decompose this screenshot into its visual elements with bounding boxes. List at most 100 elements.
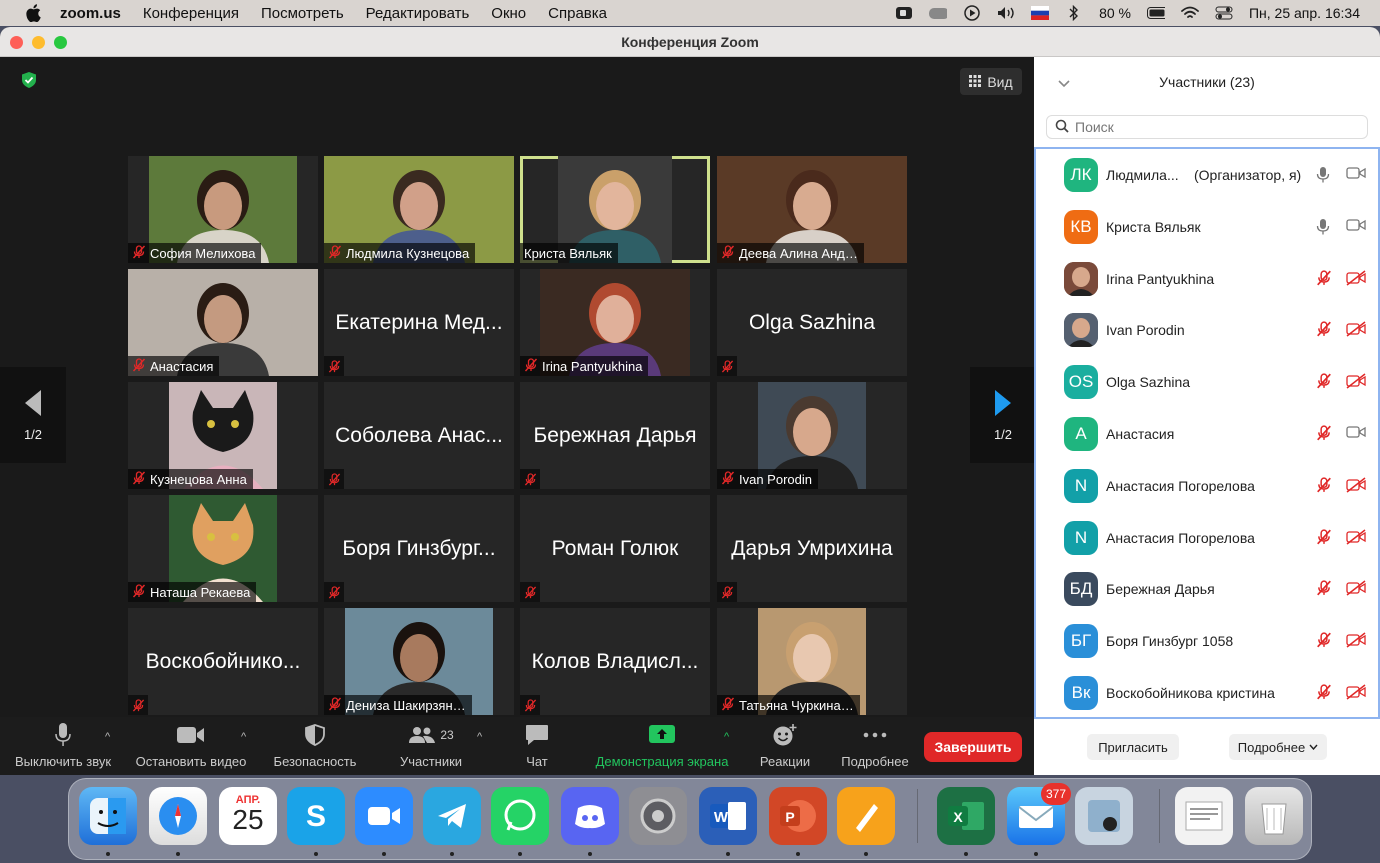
video-tile[interactable]: Анастасия [128,269,318,376]
video-tile[interactable]: Екатерина Мед... [324,269,514,376]
powerpoint-icon[interactable]: P [769,787,827,845]
muted-mic-icon[interactable] [1316,425,1334,443]
video-off-icon[interactable] [1346,321,1368,339]
next-page-button[interactable]: 1/2 [970,367,1036,463]
menu-window[interactable]: Окно [491,5,526,22]
video-tile[interactable]: Соболева Анас... [324,382,514,489]
battery-icon[interactable] [1146,5,1165,21]
system-preferences-icon[interactable] [629,787,687,845]
participant-row[interactable]: ЛК Людмила... (Организатор, я) [1036,149,1378,201]
muted-mic-icon[interactable] [1316,477,1334,495]
invite-button[interactable]: Пригласить [1087,734,1179,760]
pages-icon[interactable] [837,787,895,845]
close-window-button[interactable] [10,36,23,49]
zoom-window-button[interactable] [54,36,67,49]
video-tile[interactable]: Ivan Porodin [717,382,907,489]
prev-page-button[interactable]: 1/2 [0,367,66,463]
microphone-icon[interactable] [1316,166,1334,184]
more-button[interactable]: Подробнее [834,717,916,775]
video-tile[interactable]: Роман Голюк [520,495,710,602]
discord-icon[interactable] [561,787,619,845]
video-camera-icon[interactable] [1346,218,1368,236]
share-options-chevron-icon[interactable]: ^ [724,731,729,743]
end-meeting-button[interactable]: Завершить [924,732,1022,762]
finder-icon[interactable] [79,787,137,845]
keyboard-layout-flag-icon[interactable] [1031,5,1050,21]
video-tile[interactable]: Irina Pantyukhina [520,269,710,376]
participant-row[interactable]: N Анастасия Погорелова [1036,512,1378,564]
skype-icon[interactable]: S [287,787,345,845]
video-options-chevron-icon[interactable]: ^ [241,731,246,743]
encryption-shield-icon[interactable] [20,71,38,89]
safari-icon[interactable] [149,787,207,845]
video-tile[interactable]: Людмила Кузнецова [324,156,514,263]
video-tile[interactable]: София Мелихова [128,156,318,263]
muted-mic-icon[interactable] [1316,528,1334,547]
view-button[interactable]: Вид [960,68,1022,95]
stop-video-button[interactable]: Остановить видео [130,717,252,775]
zoom-status-icon[interactable] [895,5,913,21]
video-tile[interactable]: Бережная Дарья [520,382,710,489]
telegram-icon[interactable] [423,787,481,845]
participants-button[interactable]: 23 Участники [390,717,472,775]
video-off-icon[interactable] [1346,529,1368,547]
security-button[interactable]: Безопасность [268,717,362,775]
calendar-icon[interactable]: АПР. 25 [219,787,277,845]
video-off-icon[interactable] [1346,270,1368,288]
participant-row[interactable]: OS Olga Sazhina [1036,356,1378,408]
share-screen-button[interactable]: Демонстрация экрана [588,717,736,775]
video-tile[interactable]: Наташа Рекаева [128,495,318,602]
muted-mic-icon[interactable] [1316,373,1334,391]
bluetooth-icon[interactable] [1065,5,1083,21]
mute-button[interactable]: Выключить звук [10,717,116,775]
menu-view[interactable]: Посмотреть [261,5,344,22]
collapse-chevron-icon[interactable] [1058,75,1070,91]
video-tile[interactable]: Деева Алина Анд… [717,156,907,263]
menu-clock[interactable]: Пн, 25 апр. 16:34 [1249,5,1360,21]
panel-more-button[interactable]: Подробнее [1229,734,1327,760]
participant-row[interactable]: Вк Воскобойникова кристина [1036,667,1378,717]
trash-icon[interactable] [1245,787,1303,845]
documents-icon[interactable] [1175,787,1233,845]
microphone-icon[interactable] [1316,218,1334,236]
menu-edit[interactable]: Редактировать [366,5,470,22]
apple-icon[interactable] [24,4,42,22]
zoom-icon[interactable] [355,787,413,845]
video-tile[interactable]: Дарья Умрихина [717,495,907,602]
reactions-button[interactable]: Реакции [752,717,818,775]
muted-mic-icon[interactable] [1316,269,1334,288]
video-tile[interactable]: Кузнецова Анна [128,382,318,489]
participant-row[interactable]: БД Бережная Дарья [1036,563,1378,615]
participants-search-input[interactable]: Поиск [1046,115,1368,139]
participant-row[interactable]: А Анастасия [1036,408,1378,460]
participants-list[interactable]: ЛК Людмила... (Организатор, я) КВ Криста Вял… [1034,147,1380,719]
video-camera-icon[interactable] [1346,166,1368,184]
video-off-icon[interactable] [1346,684,1368,702]
word-icon[interactable]: W [699,787,757,845]
video-tile[interactable]: Татьяна Чуркина… [717,608,907,715]
preview-icon[interactable] [1075,787,1133,845]
video-off-icon[interactable] [1346,373,1368,391]
volume-icon[interactable] [997,5,1015,21]
menu-help[interactable]: Справка [548,5,607,22]
muted-mic-icon[interactable] [1316,632,1334,650]
chat-button[interactable]: Чат [512,717,562,775]
muted-mic-icon[interactable] [1316,580,1334,598]
excel-icon[interactable]: X [937,787,995,845]
video-off-icon[interactable] [1346,477,1368,495]
cloud-status-icon[interactable] [929,5,948,21]
participant-row[interactable]: КВ Криста Вяльяк [1036,201,1378,253]
participant-row[interactable]: Ivan Porodin [1036,304,1378,356]
video-tile[interactable]: Воскобойнико... [128,608,318,715]
participant-row[interactable]: N Анастасия Погорелова [1036,460,1378,512]
participant-row[interactable]: БГ Боря Гинзбург 1058 [1036,615,1378,667]
wifi-icon[interactable] [1181,5,1199,21]
video-off-icon[interactable] [1346,632,1368,650]
muted-mic-icon[interactable] [1316,321,1334,339]
participants-options-chevron-icon[interactable]: ^ [477,731,482,743]
menu-app-name[interactable]: zoom.us [60,5,121,22]
muted-mic-icon[interactable] [1316,684,1334,702]
control-center-icon[interactable] [1215,5,1233,21]
video-tile[interactable]: Дениза Шакирзян… [324,608,514,715]
video-camera-icon[interactable] [1346,425,1368,443]
